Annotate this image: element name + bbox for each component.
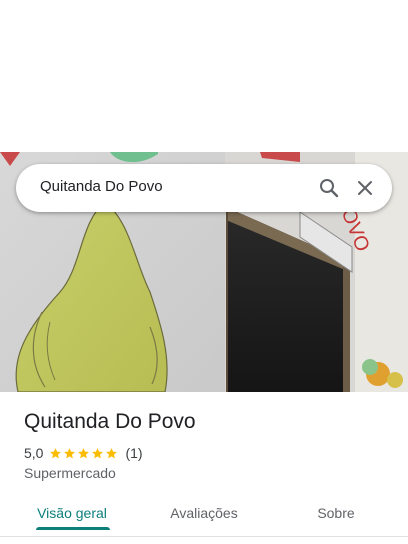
star-icon: [106, 447, 118, 458]
star-icon: [50, 447, 62, 458]
search-input[interactable]: Quitanda Do Povo: [40, 178, 163, 195]
star-icon: [64, 447, 76, 458]
place-tabs: Visão geral Avaliações Sobre: [0, 492, 408, 536]
tab-about[interactable]: Sobre: [296, 492, 376, 536]
star-rating: [49, 447, 119, 460]
review-count[interactable]: (1): [125, 445, 142, 461]
search-icon[interactable]: [317, 176, 341, 200]
rating-row: 5,0 (1): [24, 444, 143, 462]
tab-reviews[interactable]: Avaliações: [150, 492, 258, 536]
star-icon: [92, 447, 104, 458]
star-icon: [78, 447, 90, 458]
map-area-blank: [0, 0, 408, 152]
place-title: Quitanda Do Povo: [24, 410, 196, 433]
search-bar[interactable]: Quitanda Do Povo: [16, 164, 392, 212]
rating-value: 5,0: [24, 445, 44, 461]
tabs-divider: [0, 536, 408, 537]
close-icon[interactable]: [353, 176, 377, 200]
place-category[interactable]: Supermercado: [24, 465, 116, 481]
active-tab-indicator: [36, 527, 110, 530]
